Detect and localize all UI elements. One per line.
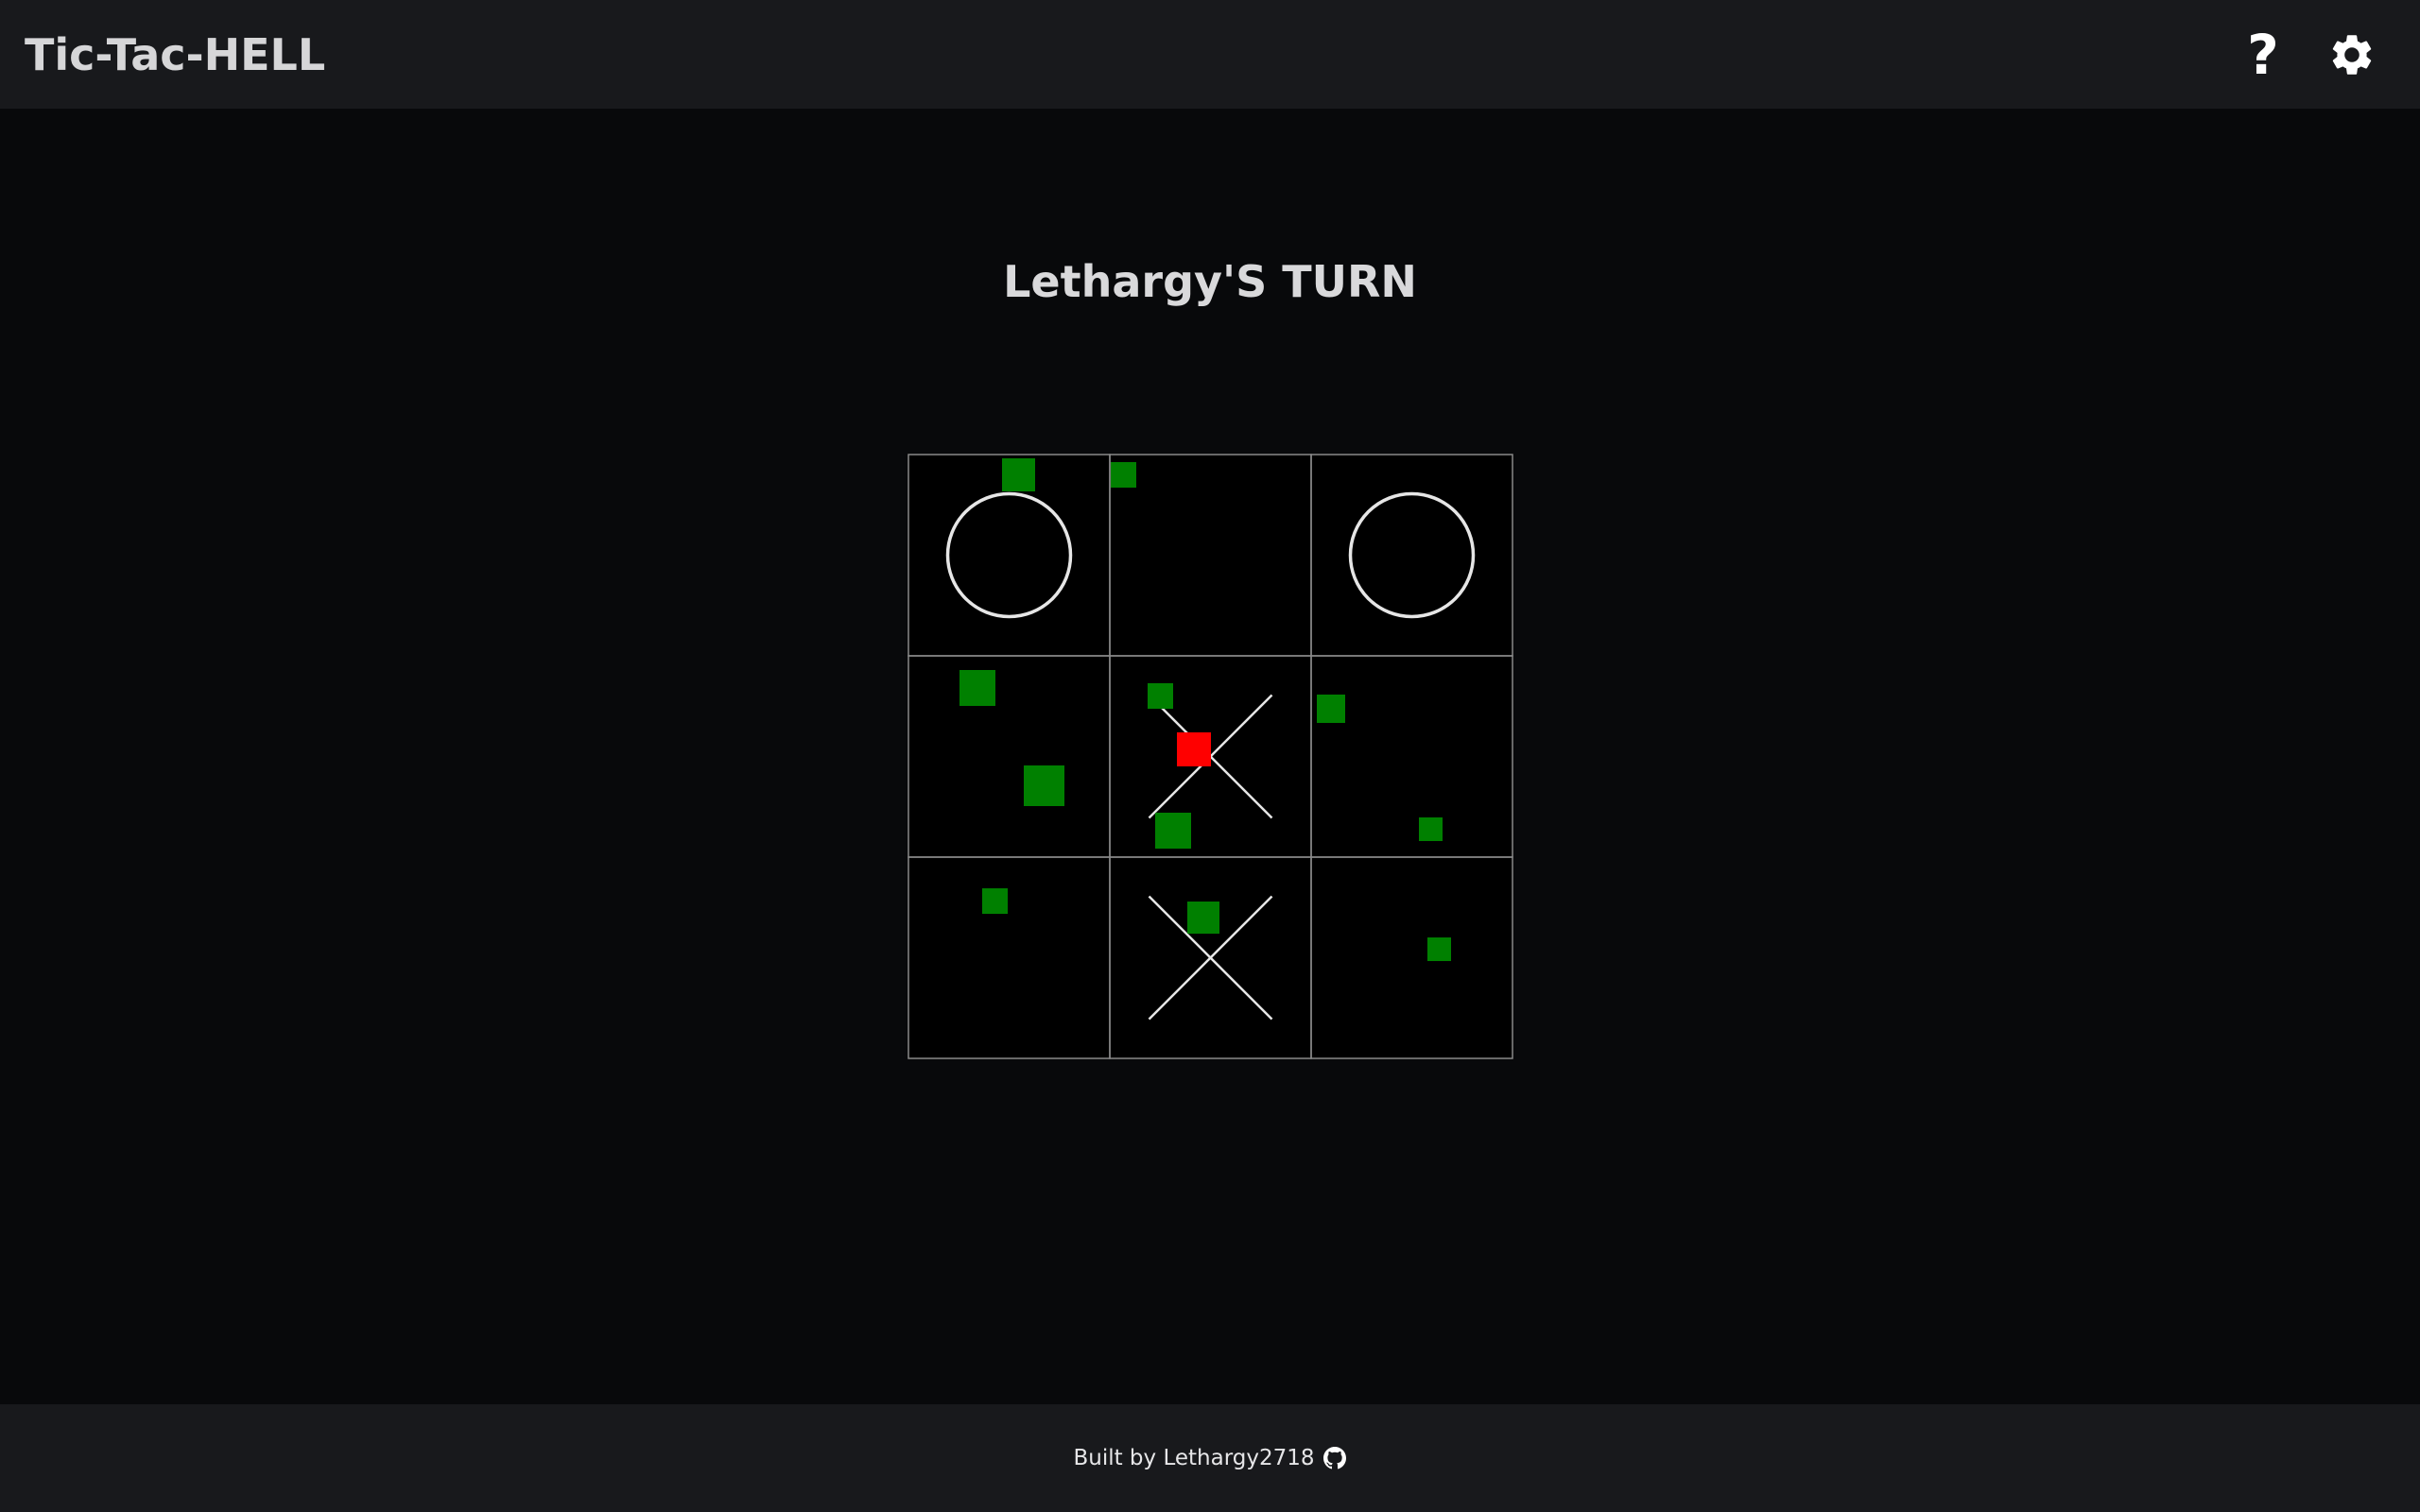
board-cell-1-2[interactable]: [1310, 655, 1513, 858]
red-block: [1177, 732, 1211, 766]
app-footer: Built by Lethargy2718: [0, 1404, 2420, 1512]
green-block: [1111, 462, 1136, 488]
green-block: [1317, 695, 1345, 723]
board-cell-2-2[interactable]: [1310, 856, 1513, 1059]
gear-icon: [2332, 35, 2372, 75]
green-block: [1427, 937, 1451, 961]
green-block: [1002, 458, 1035, 491]
green-block: [982, 888, 1008, 914]
app-header: Tic-Tac-HELL ?: [0, 0, 2420, 109]
board-cell-0-1[interactable]: [1109, 454, 1312, 657]
help-button[interactable]: ?: [2235, 26, 2291, 83]
github-link[interactable]: [1322, 1446, 1347, 1470]
app-title: Tic-Tac-HELL: [25, 29, 326, 80]
board-cell-0-2[interactable]: [1310, 454, 1513, 657]
green-block: [959, 670, 995, 706]
question-mark-icon: ?: [2247, 23, 2279, 87]
github-icon: [1322, 1447, 1346, 1469]
green-block: [1187, 902, 1219, 934]
green-block: [1155, 813, 1191, 849]
board-cell-1-0[interactable]: [908, 655, 1111, 858]
green-block: [1024, 765, 1064, 806]
board-cell-2-0[interactable]: [908, 856, 1111, 1059]
green-block: [1419, 817, 1443, 841]
turn-indicator: Lethargy'S TURN: [1003, 256, 1417, 307]
game-board: [908, 454, 1513, 1059]
footer-credit: Built by Lethargy2718: [1073, 1446, 1315, 1470]
settings-button[interactable]: [2324, 26, 2380, 83]
green-block: [1148, 683, 1173, 709]
